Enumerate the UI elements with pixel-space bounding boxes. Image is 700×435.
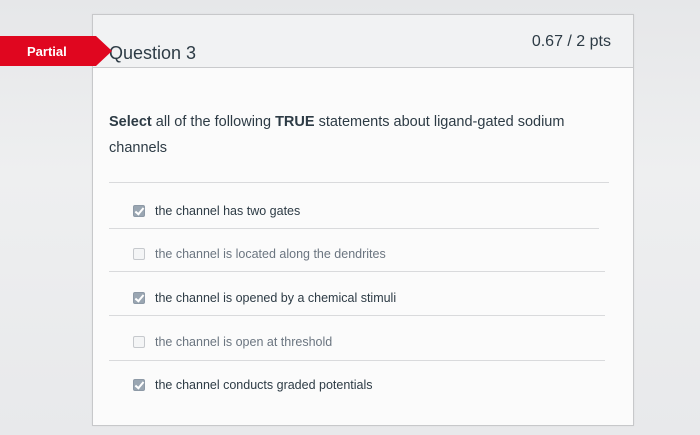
answer-option-4[interactable]: the channel is open at threshold (133, 331, 332, 353)
divider (109, 360, 605, 361)
checkbox-checked-icon[interactable] (133, 292, 145, 304)
checkbox-checked-icon[interactable] (133, 379, 145, 391)
question-card: Question 3 0.67 / 2 pts Select all of th… (92, 14, 634, 426)
prompt-select: Select (109, 114, 152, 130)
question-prompt: Select all of the following TRUE stateme… (109, 109, 579, 161)
prompt-all: all (155, 114, 171, 130)
answer-option-3[interactable]: the channel is opened by a chemical stim… (133, 287, 396, 309)
answer-label: the channel conducts graded potentials (155, 378, 373, 392)
checkbox-unchecked-icon[interactable] (133, 336, 145, 348)
answer-option-5[interactable]: the channel conducts graded potentials (133, 374, 373, 396)
prompt-true: TRUE (275, 114, 315, 130)
answer-option-1[interactable]: the channel has two gates (133, 200, 300, 222)
answer-label: the channel is opened by a chemical stim… (155, 291, 397, 305)
divider (109, 228, 599, 229)
partial-badge: Partial (0, 36, 112, 66)
question-points: 0.67 / 2 pts (531, 33, 611, 50)
answer-label: the channel is open at threshold (155, 335, 333, 349)
checkbox-unchecked-icon[interactable] (133, 248, 145, 260)
question-header: Question 3 0.67 / 2 pts (93, 15, 633, 68)
question-title: Question 3 (109, 43, 197, 63)
divider (109, 182, 609, 183)
divider (109, 271, 605, 272)
partial-label: Partial (27, 44, 67, 59)
answer-option-2[interactable]: the channel is located along the dendrit… (133, 243, 386, 265)
answer-label: the channel has two gates (155, 204, 301, 218)
prompt-mid: of the following (170, 114, 276, 130)
answer-label: the channel is located along the dendrit… (155, 247, 386, 261)
divider (109, 315, 605, 316)
checkbox-checked-icon[interactable] (133, 205, 145, 217)
